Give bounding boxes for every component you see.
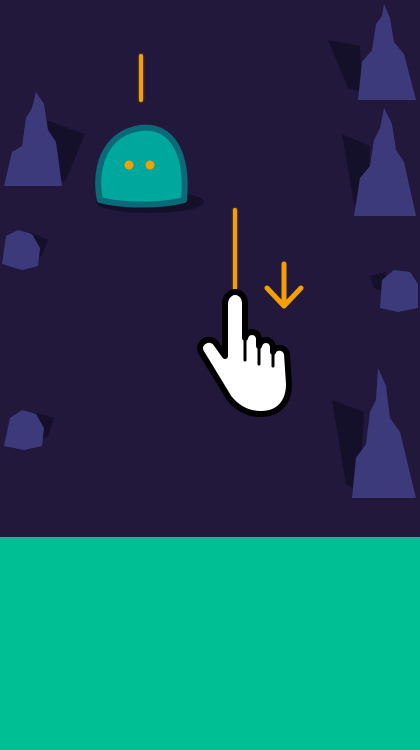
- stalagmite-right-top: [328, 4, 416, 100]
- boulder-left-bottom: [4, 410, 54, 450]
- slime-eye-left: [124, 160, 134, 170]
- slime-character[interactable]: [92, 122, 204, 218]
- laser-beam-upper: [139, 54, 143, 102]
- stalagmite-right-upper-middle: [342, 108, 416, 216]
- slime-body: [95, 124, 188, 208]
- laser-beam-middle: [233, 208, 237, 296]
- pointing-hand-icon: [197, 289, 292, 417]
- boulder-right-middle: [370, 270, 418, 312]
- slime-eye-right: [145, 160, 155, 170]
- stalagmite-left-top: [4, 92, 85, 186]
- game-play-area[interactable]: [0, 0, 420, 537]
- boulder-left-middle: [2, 230, 48, 270]
- stalagmite-right-lower-middle: [332, 368, 416, 498]
- ground-floor: [0, 537, 420, 750]
